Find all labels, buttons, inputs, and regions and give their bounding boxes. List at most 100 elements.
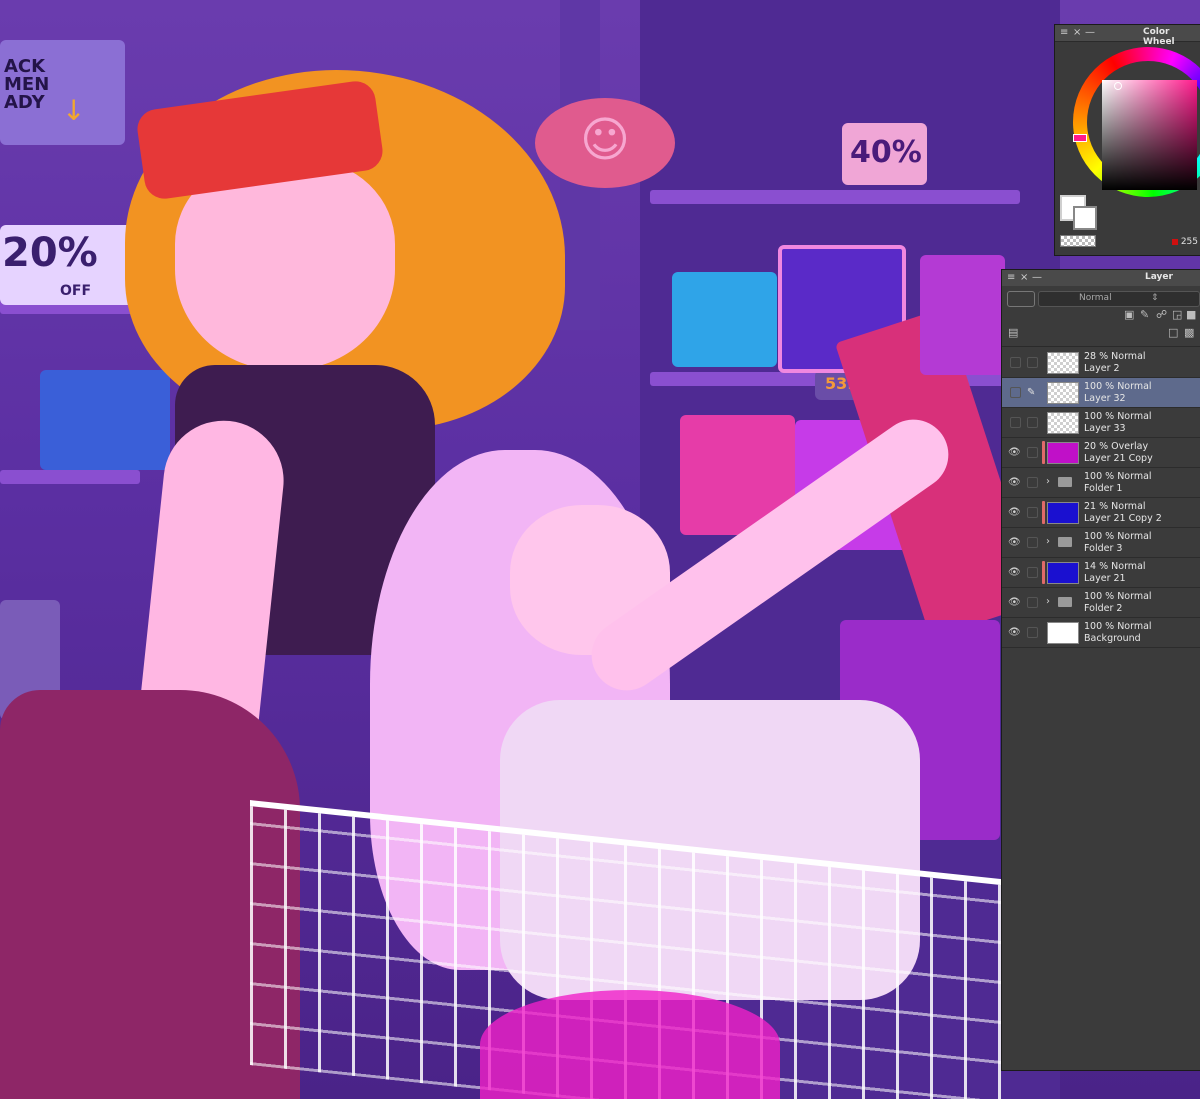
- close-icon[interactable]: ×: [1020, 272, 1028, 283]
- eye-icon[interactable]: 👁: [1008, 477, 1021, 488]
- color-wheel-panel: ≡ × — Color Wheel 255: [1055, 25, 1200, 255]
- panel-menu-icon[interactable]: ≡: [1060, 27, 1068, 38]
- layer-name: Layer 33: [1084, 423, 1126, 434]
- edit-target-box[interactable]: [1027, 597, 1038, 608]
- layer-thumbnail: [1047, 562, 1079, 584]
- layer-opacity-mode: 100 % Normal: [1084, 591, 1152, 602]
- layer-name: Folder 1: [1084, 483, 1123, 494]
- edit-target-box[interactable]: [1027, 537, 1038, 548]
- sign-off-text: OFF: [60, 283, 92, 299]
- clip-icon[interactable]: ✎: [1140, 308, 1149, 321]
- chevron-right-icon[interactable]: ›: [1046, 596, 1050, 607]
- arrow-down-icon: ↓: [62, 94, 86, 127]
- eye-icon[interactable]: [1010, 417, 1021, 428]
- layer-name: Layer 2: [1084, 363, 1120, 374]
- minimize-icon[interactable]: —: [1032, 272, 1042, 283]
- cart-seat-glow: [480, 990, 780, 1099]
- eye-icon[interactable]: 👁: [1008, 567, 1021, 578]
- layer-thumbnail: [1047, 622, 1079, 644]
- hue-marker[interactable]: [1073, 134, 1087, 142]
- eye-icon[interactable]: 👁: [1008, 627, 1021, 638]
- sign-text-left: ACK MEN ADY: [4, 56, 50, 113]
- layer-opacity-mode: 14 % Normal: [1084, 561, 1146, 572]
- layer-opacity-mode: 100 % Normal: [1084, 381, 1152, 392]
- edit-target-box[interactable]: [1027, 507, 1038, 518]
- layer-thumbnail: [1047, 442, 1079, 464]
- layer-name: Folder 2: [1084, 603, 1123, 614]
- rgb-readout: 255: [1172, 237, 1198, 247]
- clipping-indicator: [1042, 441, 1045, 464]
- background-color-swatch[interactable]: [1073, 206, 1097, 230]
- layer-thumbnail: [1047, 412, 1079, 434]
- layer-opacity-mode: 21 % Normal: [1084, 501, 1146, 512]
- layer-name: Layer 21: [1084, 573, 1126, 584]
- eye-icon[interactable]: [1010, 357, 1021, 368]
- layer-thumbnail: [1047, 352, 1079, 374]
- eye-icon[interactable]: 👁: [1008, 447, 1021, 458]
- layer-list-icon[interactable]: ▤: [1008, 326, 1018, 339]
- layer-opacity-mode: 100 % Normal: [1084, 621, 1152, 632]
- layer-name: Layer 21 Copy 2: [1084, 513, 1162, 524]
- layer-settings-icon[interactable]: ▩: [1184, 326, 1194, 339]
- blend-mode-select[interactable]: Normal ⇕: [1038, 291, 1200, 307]
- folder-icon: [1058, 537, 1072, 547]
- layer-thumbnail: [1047, 502, 1079, 524]
- layer-row[interactable]: ✎ 100 % Normal Layer 32: [1002, 378, 1200, 408]
- layer-row[interactable]: 28 % Normal Layer 2: [1002, 348, 1200, 378]
- panel-title: Color Wheel: [1143, 27, 1175, 47]
- layer-thumbnail: [1047, 382, 1079, 404]
- edit-target-box[interactable]: [1027, 477, 1038, 488]
- clipping-indicator: [1042, 501, 1045, 524]
- basket: [40, 370, 170, 470]
- shelf-board: [0, 470, 140, 484]
- eye-icon[interactable]: 👁: [1008, 537, 1021, 548]
- edit-target-box[interactable]: [1027, 567, 1038, 578]
- layer-row[interactable]: 👁 14 % Normal Layer 21: [1002, 558, 1200, 588]
- folder-icon: [1058, 477, 1072, 487]
- chevron-updown-icon: ⇕: [1151, 293, 1159, 303]
- lock-icon[interactable]: ◲: [1172, 308, 1182, 321]
- chevron-right-icon[interactable]: ›: [1046, 536, 1050, 547]
- layer-row[interactable]: 👁 20 % Overlay Layer 21 Copy: [1002, 438, 1200, 468]
- lock-alpha-icon[interactable]: ▣: [1124, 308, 1134, 321]
- sv-marker[interactable]: [1114, 82, 1122, 90]
- transparent-color-swatch[interactable]: [1060, 235, 1096, 247]
- layer-row[interactable]: 👁 21 % Normal Layer 21 Copy 2: [1002, 498, 1200, 528]
- layer-row[interactable]: 👁 100 % Normal Background: [1002, 618, 1200, 648]
- layer-panel: ≡ × — Layer Normal ⇕ ▣ ✎ ☍ ◲ ■ ▤ □ ▩ 28 …: [1002, 270, 1200, 1070]
- layer-name: Layer 21 Copy: [1084, 453, 1153, 464]
- layer-opacity-mode: 20 % Overlay: [1084, 441, 1149, 452]
- price-tag-text: 40%: [850, 135, 922, 170]
- layer-property-icon[interactable]: [1007, 291, 1035, 307]
- lock-layer-icon[interactable]: ■: [1186, 308, 1196, 321]
- layer-opacity-mode: 28 % Normal: [1084, 351, 1146, 362]
- layer-titlebar[interactable]: ≡ × — Layer: [1002, 270, 1200, 287]
- edit-target-box[interactable]: [1027, 447, 1038, 458]
- edit-target-box[interactable]: [1027, 357, 1038, 368]
- new-layer-icon[interactable]: □: [1168, 326, 1178, 339]
- product-box-blue: [672, 272, 777, 367]
- layer-opacity-mode: 100 % Normal: [1084, 531, 1152, 542]
- shelf-board: [650, 190, 1020, 204]
- edit-target-box[interactable]: [1027, 417, 1038, 428]
- panel-menu-icon[interactable]: ≡: [1007, 272, 1015, 283]
- layer-row[interactable]: 👁 › 100 % Normal Folder 1: [1002, 468, 1200, 498]
- reference-icon[interactable]: ☍: [1156, 308, 1167, 321]
- layer-row[interactable]: 👁 › 100 % Normal Folder 3: [1002, 528, 1200, 558]
- edit-target-box[interactable]: [1027, 627, 1038, 638]
- pen-icon[interactable]: ✎: [1027, 387, 1036, 398]
- eye-icon[interactable]: 👁: [1008, 507, 1021, 518]
- layer-row[interactable]: 👁 › 100 % Normal Folder 2: [1002, 588, 1200, 618]
- layer-name: Layer 32: [1084, 393, 1126, 404]
- color-wheel-titlebar[interactable]: ≡ × — Color Wheel: [1055, 25, 1200, 47]
- folder-icon: [1058, 597, 1072, 607]
- eye-icon[interactable]: 👁: [1008, 597, 1021, 608]
- layer-opacity-mode: 100 % Normal: [1084, 411, 1152, 422]
- close-icon[interactable]: ×: [1073, 27, 1081, 38]
- minimize-icon[interactable]: —: [1085, 27, 1095, 38]
- chevron-right-icon[interactable]: ›: [1046, 476, 1050, 487]
- eye-icon[interactable]: [1010, 387, 1021, 398]
- saturation-value-square[interactable]: [1102, 80, 1197, 190]
- layer-row[interactable]: 100 % Normal Layer 33: [1002, 408, 1200, 438]
- layer-name: Background: [1084, 633, 1141, 644]
